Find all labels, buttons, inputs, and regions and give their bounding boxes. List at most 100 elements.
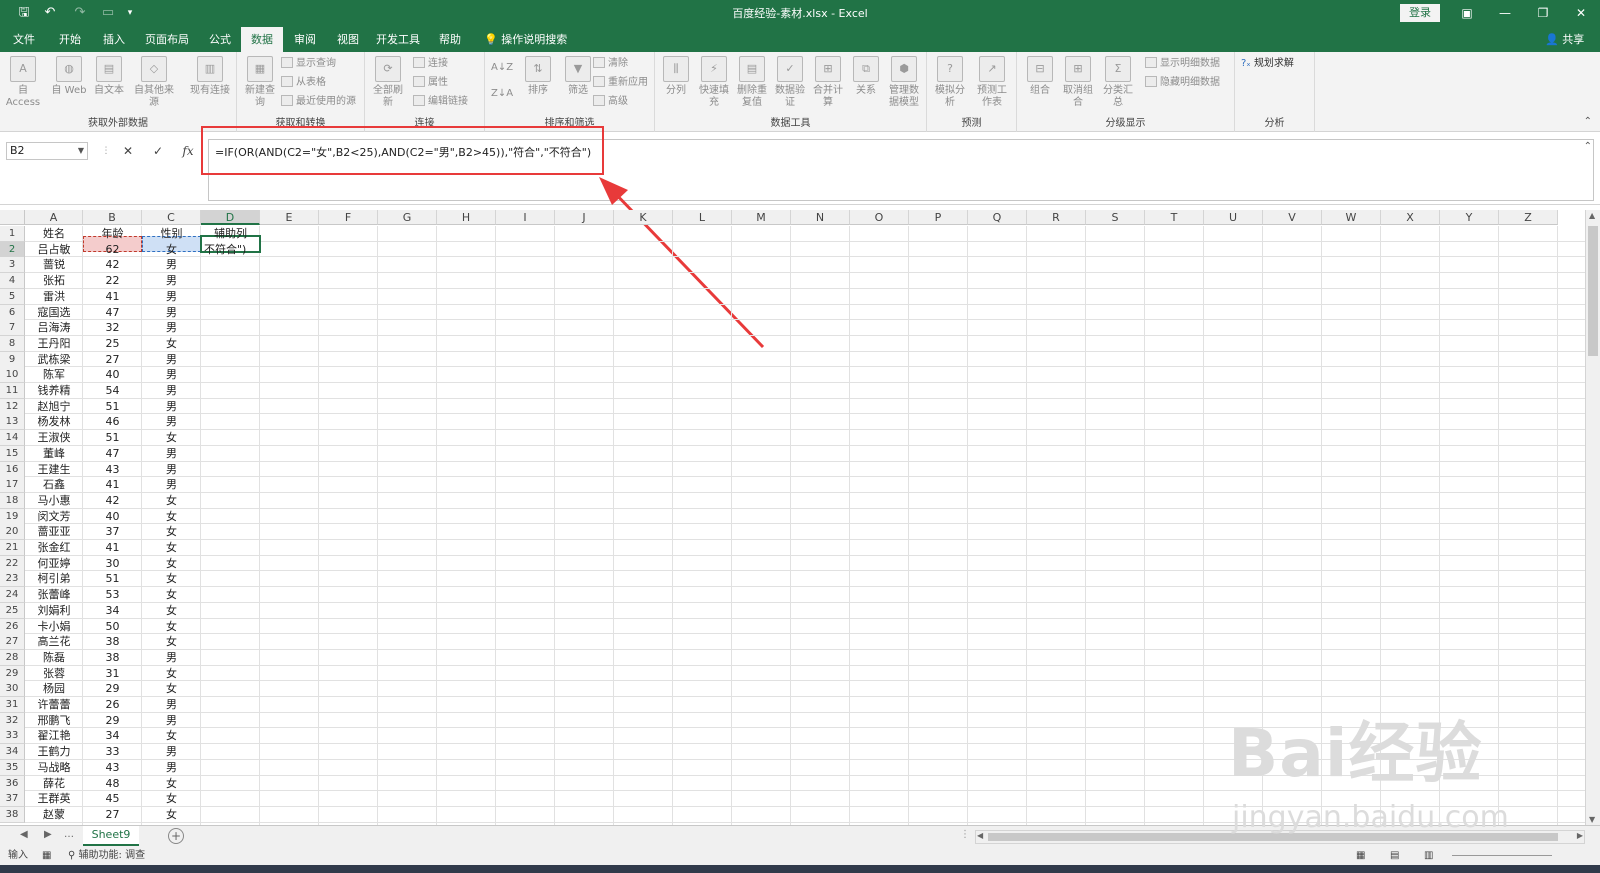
- sheet-tab-sheet9[interactable]: Sheet9: [83, 826, 139, 846]
- restore-icon[interactable]: ❐: [1528, 3, 1558, 23]
- table-cell[interactable]: 张蕾峰: [25, 587, 83, 603]
- from-table-button[interactable]: 从表格: [281, 75, 326, 91]
- table-cell[interactable]: 女: [142, 509, 201, 525]
- row-header-9[interactable]: 9: [0, 351, 25, 368]
- row-header-14[interactable]: 14: [0, 430, 25, 447]
- show-queries-button[interactable]: 显示查询: [281, 56, 336, 72]
- table-cell[interactable]: 男: [142, 760, 201, 776]
- row-header-6[interactable]: 6: [0, 304, 25, 321]
- tab-developer[interactable]: 开发工具: [372, 27, 424, 52]
- more-sheets-icon[interactable]: …: [64, 829, 74, 840]
- scroll-left-icon[interactable]: ◀: [977, 831, 983, 840]
- tell-me-search[interactable]: 💡 操作说明搜索: [484, 27, 567, 52]
- row-header-36[interactable]: 36: [0, 775, 25, 792]
- login-button[interactable]: 登录: [1400, 4, 1440, 22]
- table-cell[interactable]: 女: [142, 524, 201, 540]
- table-cell[interactable]: 王淑侠: [25, 430, 83, 446]
- table-cell[interactable]: 男: [142, 305, 201, 321]
- editing-cell-d2[interactable]: 不符合"): [201, 242, 260, 258]
- macro-record-icon[interactable]: ▦: [42, 847, 51, 865]
- table-cell[interactable]: 女: [142, 336, 201, 352]
- table-cell[interactable]: 女: [142, 430, 201, 446]
- table-cell[interactable]: 男: [142, 446, 201, 462]
- row-header-31[interactable]: 31: [0, 697, 25, 713]
- table-cell[interactable]: 王建生: [25, 462, 83, 478]
- existing-connections-button[interactable]: ▥ 现有连接: [188, 56, 232, 97]
- consolidate-button[interactable]: ⊞ 合并计算: [809, 56, 847, 109]
- table-cell[interactable]: 钱养精: [25, 383, 83, 399]
- header-cell[interactable]: 姓名: [25, 226, 83, 242]
- row-header-24[interactable]: 24: [0, 587, 25, 604]
- column-header-L[interactable]: L: [673, 210, 732, 225]
- table-cell[interactable]: 柯引弟: [25, 571, 83, 587]
- table-cell[interactable]: 31: [83, 666, 142, 682]
- table-cell[interactable]: 杨园: [25, 681, 83, 697]
- minimize-icon[interactable]: —: [1490, 3, 1520, 23]
- forecast-sheet-button[interactable]: ↗ 预测工作表: [973, 56, 1011, 109]
- flash-fill-button[interactable]: ⚡ 快速填充: [695, 56, 733, 109]
- sort-ascending-button[interactable]: A↓Z: [491, 60, 513, 76]
- table-cell[interactable]: 蔷锐: [25, 257, 83, 273]
- add-sheet-icon[interactable]: +: [168, 828, 184, 844]
- table-cell[interactable]: 男: [142, 257, 201, 273]
- group-button[interactable]: ⊟ 组合: [1021, 56, 1059, 97]
- table-cell[interactable]: 34: [83, 728, 142, 744]
- collapse-ribbon-icon[interactable]: ⌃: [1584, 116, 1592, 127]
- column-header-T[interactable]: T: [1145, 210, 1204, 225]
- advanced-filter-button[interactable]: 高级: [593, 94, 628, 110]
- column-header-S[interactable]: S: [1086, 210, 1145, 225]
- subtotal-button[interactable]: Σ 分类汇总: [1099, 56, 1137, 109]
- table-cell[interactable]: 男: [142, 414, 201, 430]
- tab-page-layout[interactable]: 页面布局: [138, 27, 196, 52]
- reapply-button[interactable]: 重新应用: [593, 75, 648, 91]
- table-cell[interactable]: 张蓉: [25, 666, 83, 682]
- table-cell[interactable]: 女: [142, 728, 201, 744]
- table-cell[interactable]: 何亚婷: [25, 556, 83, 572]
- table-cell[interactable]: 27: [83, 807, 142, 823]
- split-handle-icon[interactable]: ⋮: [960, 829, 970, 840]
- row-header-2[interactable]: 2: [0, 241, 25, 258]
- table-cell[interactable]: 51: [83, 430, 142, 446]
- table-cell[interactable]: 22: [83, 273, 142, 289]
- table-cell[interactable]: 男: [142, 320, 201, 336]
- share-button[interactable]: 👤 共享: [1545, 27, 1584, 52]
- table-cell[interactable]: 41: [83, 477, 142, 493]
- column-header-A[interactable]: A: [25, 210, 83, 225]
- table-cell[interactable]: 女: [142, 807, 201, 823]
- new-query-button[interactable]: ▦ 新建查询: [241, 56, 279, 109]
- tab-insert[interactable]: 插入: [96, 27, 132, 52]
- table-cell[interactable]: 雷洪: [25, 289, 83, 305]
- refresh-all-button[interactable]: ⟳ 全部刷新: [369, 56, 407, 109]
- table-cell[interactable]: 27: [83, 352, 142, 368]
- row-header-29[interactable]: 29: [0, 665, 25, 682]
- from-other-sources-button[interactable]: ◇ 自其他来源: [130, 56, 178, 109]
- header-cell[interactable]: 辅助列: [201, 226, 260, 242]
- what-if-analysis-button[interactable]: ? 模拟分析: [931, 56, 969, 109]
- row-header-35[interactable]: 35: [0, 759, 25, 776]
- ungroup-button[interactable]: ⊞ 取消组合: [1059, 56, 1097, 109]
- edit-links-button[interactable]: 编辑链接: [413, 94, 468, 110]
- row-header-17[interactable]: 17: [0, 477, 25, 494]
- table-cell[interactable]: 女: [142, 493, 201, 509]
- row-header-8[interactable]: 8: [0, 335, 25, 352]
- row-header-33[interactable]: 33: [0, 728, 25, 745]
- cancel-entry-button[interactable]: ✕: [118, 142, 138, 160]
- table-cell[interactable]: 赵旭宁: [25, 399, 83, 415]
- table-cell[interactable]: 女: [142, 556, 201, 572]
- column-header-N[interactable]: N: [791, 210, 850, 225]
- name-box[interactable]: B2 ▼: [6, 142, 88, 160]
- table-cell[interactable]: 51: [83, 571, 142, 587]
- page-break-view-icon[interactable]: ▥: [1424, 847, 1433, 865]
- table-cell[interactable]: 王丹阳: [25, 336, 83, 352]
- table-cell[interactable]: 张拓: [25, 273, 83, 289]
- table-cell[interactable]: 张金红: [25, 540, 83, 556]
- close-icon[interactable]: ✕: [1566, 3, 1596, 23]
- table-cell[interactable]: 女: [142, 634, 201, 650]
- sort-descending-button[interactable]: Z↓A: [491, 86, 513, 102]
- table-cell[interactable]: 46: [83, 414, 142, 430]
- row-header-3[interactable]: 3: [0, 257, 25, 274]
- accessibility-status[interactable]: ⚲ 辅助功能: 调查: [68, 847, 145, 865]
- table-cell[interactable]: 62: [83, 242, 142, 258]
- table-cell[interactable]: 男: [142, 289, 201, 305]
- table-cell[interactable]: 32: [83, 320, 142, 336]
